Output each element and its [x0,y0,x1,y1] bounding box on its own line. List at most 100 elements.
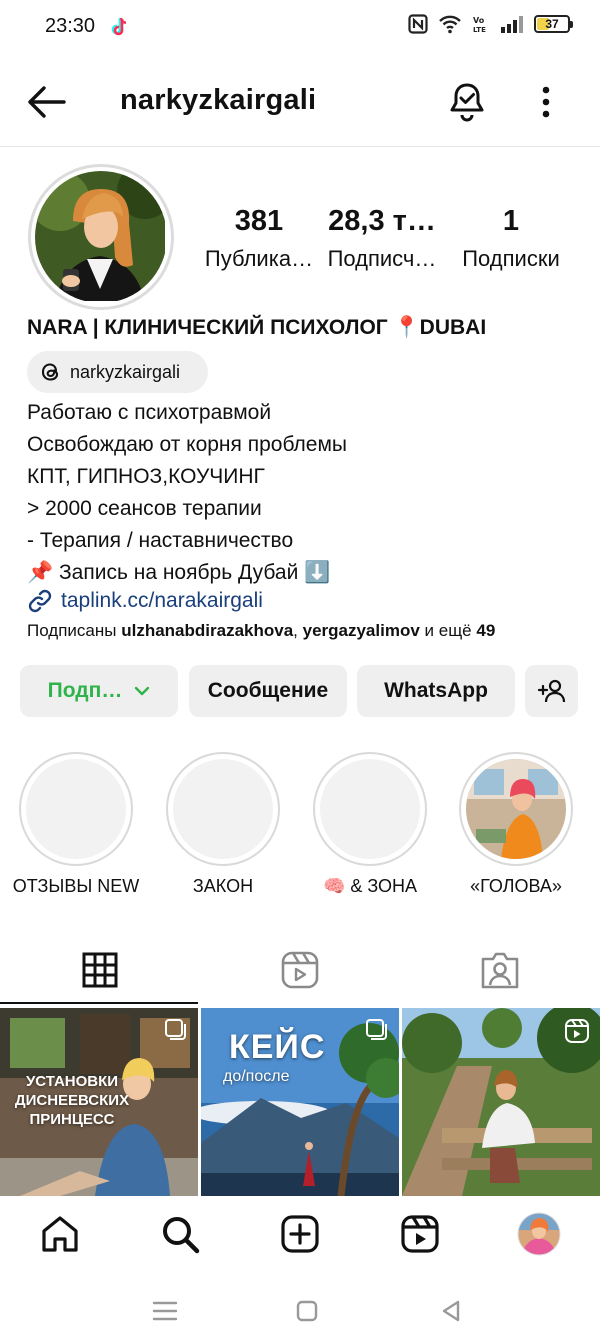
followed-by-user: yergazyalimov [302,621,420,640]
bio-line: > 2000 сеансов терапии [27,497,262,520]
bell-check-icon [450,83,484,122]
post-thumbnail[interactable]: КЕЙС до/после [201,1008,399,1196]
suggested-users-button[interactable] [525,665,578,717]
profile-bio: Работаю с психотравмой Освобождаю от кор… [27,397,347,589]
profile-header: narkyzkairgali [0,70,600,134]
stat-following[interactable]: 1 Подписки [452,205,570,272]
tiktok-icon [111,17,127,36]
reels-icon [281,951,319,989]
highlight-item[interactable]: ОТЗЫВЫ NEW [6,752,146,897]
bio-line: - Терапия / наставничество [27,529,294,552]
menu-icon[interactable] [150,1296,180,1326]
highlight-item[interactable]: ЗАКОН [153,752,293,897]
highlight-cover [166,752,280,866]
highlight-label: «ГОЛОВА» [470,876,562,896]
status-time: 23:30 [45,15,96,37]
message-button[interactable]: Сообщение [189,665,347,717]
nav-profile[interactable] [517,1212,561,1256]
post-caption-overlay: УСТАНОВКИ ДИСНЕЕВСКИХ ПРИНЦЕСС [14,1073,130,1128]
volte-icon: Vo LTE [473,16,486,34]
nav-reels[interactable] [398,1212,442,1256]
header-divider [0,146,600,147]
search-icon [163,1217,200,1254]
threads-badge[interactable]: narkyzkairgali [27,351,208,393]
following-button[interactable]: Подп… [20,665,178,717]
stat-posts-label: Публика… [204,246,314,271]
stat-followers[interactable]: 28,3 т… Подписч… [318,205,446,272]
bio-line: КПТ, ГИПНОЗ,КОУЧИНГ [27,465,265,488]
home-square-icon[interactable] [292,1296,322,1326]
stat-followers-value: 28,3 т… [328,205,436,237]
home-icon [42,1216,78,1252]
stat-following-value: 1 [502,205,520,237]
link-icon [28,589,52,613]
highlight-label: ЗАКОН [192,876,254,896]
profile-link[interactable]: taplink.cc/narakairgali [27,588,263,614]
tab-posts-grid[interactable] [0,935,200,1005]
tab-reels[interactable] [200,935,400,1005]
whatsapp-button[interactable]: WhatsApp [357,665,515,717]
stat-following-label: Подписки [462,246,560,271]
profile-link-text: taplink.cc/narakairgali [61,589,263,612]
nav-create[interactable] [278,1212,322,1256]
highlight-cover [459,752,573,866]
nav-home[interactable] [38,1212,82,1256]
avatar-image [35,171,167,303]
system-navigation-bar [0,1278,600,1342]
wifi-icon [439,15,461,34]
followed-by-count: 49 [476,621,496,640]
profile-avatar-icon [517,1212,561,1256]
followed-by-separator: , [293,621,303,640]
arrow-left-icon [28,86,66,118]
followed-by-user: ulzhanabdirazakhova [121,621,294,640]
grid-icon [82,952,118,988]
battery-level: 37 [545,17,559,31]
profile-avatar[interactable] [28,164,174,310]
post-thumbnail[interactable] [402,1008,600,1196]
carousel-icon [165,1019,186,1040]
highlight-label: 🧠 & ЗОНА [322,876,418,896]
post-title-overlay: КЕЙС [229,1028,326,1066]
reels-icon [565,1019,589,1043]
post-thumbnail[interactable]: УСТАНОВКИ ДИСНЕЕВСКИХ ПРИНЦЕСС [0,1008,198,1196]
battery-icon: 37 [534,15,573,33]
back-triangle-icon[interactable] [436,1296,466,1326]
add-person-icon [537,679,565,703]
back-button[interactable] [24,82,68,122]
svg-text:Vo: Vo [473,16,485,25]
more-vertical-icon [542,86,550,118]
carousel-icon [366,1019,387,1040]
highlight-cover [313,752,427,866]
nav-search[interactable] [158,1212,202,1256]
bio-line: 📌 Запись на ноябрь Дубай ⬇️ [27,561,331,584]
header-username: narkyzkairgali [120,84,317,116]
profile-stats: 381 Публика… 28,3 т… Подписч… 1 Подписки [200,205,580,272]
highlight-cover [19,752,133,866]
followed-by[interactable]: Подписаны ulzhanabdirazakhova, yergazyal… [27,621,495,641]
signal-icon [501,16,523,33]
more-options-button[interactable] [533,82,559,122]
reels-icon [401,1215,439,1253]
profile-tabs [0,935,600,1005]
tab-tagged[interactable] [400,935,600,1005]
notifications-button[interactable] [446,80,488,122]
profile-full-name: NARA | КЛИНИЧЕСКИЙ ПСИХОЛОГ 📍DUBAI [27,316,487,339]
highlight-item[interactable]: 🧠 & ЗОНА [300,752,440,897]
highlight-item[interactable]: «ГОЛОВА» [446,752,586,897]
stat-followers-label: Подписч… [327,246,437,271]
svg-text:LTE: LTE [473,26,486,34]
stat-posts[interactable]: 381 Публика… [200,205,318,272]
threads-handle: narkyzkairgali [70,361,181,382]
stat-posts-value: 381 [234,205,284,237]
threads-icon [41,363,59,381]
plus-square-icon [281,1215,319,1253]
nfc-icon [408,14,428,34]
bio-line: Работаю с психотравмой [27,401,272,424]
following-button-label: Подп… [47,679,123,702]
active-tab-indicator [0,1002,198,1004]
followed-by-prefix: Подписаны [27,621,122,640]
tagged-person-icon [481,952,519,989]
bottom-navigation [0,1196,600,1274]
post-subtitle-overlay: до/после [223,1068,290,1085]
chevron-down-icon [135,686,150,696]
